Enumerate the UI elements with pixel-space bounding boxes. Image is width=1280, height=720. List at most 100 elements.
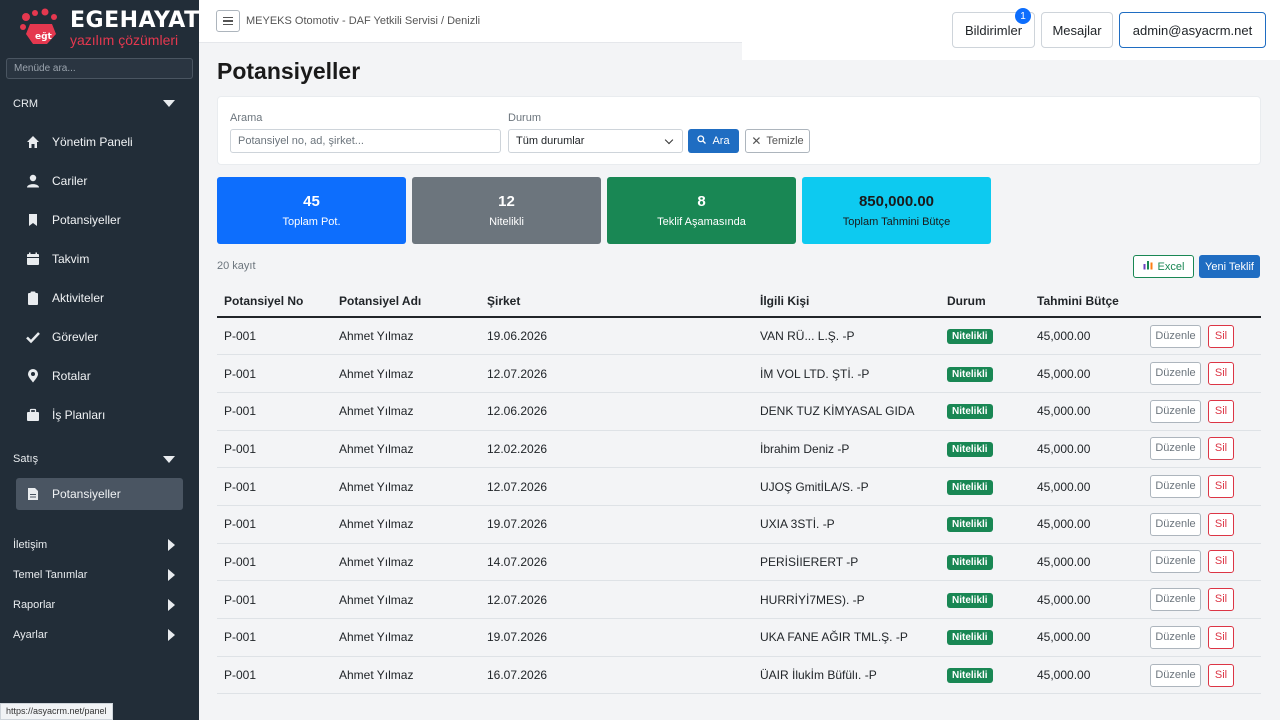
status-select[interactable]: Tüm durumlar — [508, 129, 683, 153]
stat-value: 45 — [303, 193, 320, 210]
sidebar-item-potansiyeller[interactable]: Potansiyeller — [0, 200, 199, 239]
sidebar: eğt EGEHAYAT yazılım çözümleri Menüde ar… — [0, 0, 199, 720]
user-menu-button[interactable]: admin@asyacrm.net — [1119, 12, 1266, 48]
topbar-right: Bildirimler 1 Mesajlar admin@asyacrm.net — [742, 0, 1280, 60]
group-raporlar[interactable]: Raporlar — [0, 590, 199, 620]
delete-button[interactable]: Sil — [1208, 362, 1234, 386]
sidebar-item-label: Aktiviteler — [52, 290, 105, 305]
edit-button[interactable]: Düzenle — [1150, 475, 1201, 499]
column-header[interactable]: İlgili Kişi — [753, 286, 940, 318]
group-satis[interactable]: Satış — [0, 440, 199, 478]
clear-button[interactable]: ✕ Temizle — [745, 129, 810, 153]
notifications-button[interactable]: Bildirimler 1 — [952, 8, 1035, 48]
cell-no: P-001 — [217, 430, 332, 469]
table-row[interactable]: P-001 Ahmet Yılmaz 16.07.2026 ÜAIR İlukİm B… — [217, 656, 1261, 695]
group-iletisim[interactable]: İletişim — [0, 530, 199, 560]
chevron-down-icon — [163, 455, 175, 463]
column-header[interactable]: Durum — [940, 286, 1030, 318]
group-ayarlar[interactable]: Ayarlar — [0, 620, 199, 650]
search-button[interactable]: Ara — [688, 129, 739, 153]
status-badge: Nitelikli — [947, 592, 993, 608]
menu-toggle-button[interactable] — [216, 10, 240, 32]
status-badge: Nitelikli — [947, 479, 993, 495]
cell-no: P-001 — [217, 656, 332, 695]
excel-export-button[interactable]: Excel — [1133, 255, 1194, 278]
delete-button[interactable]: Sil — [1208, 475, 1234, 499]
cell-actions: Düzenle Sil — [1143, 580, 1261, 619]
edit-button[interactable]: Düzenle — [1150, 588, 1201, 612]
cell-status: Nitelikli — [940, 618, 1030, 657]
table-row[interactable]: P-001 Ahmet Yılmaz 12.02.2026 İbrahim Deniz… — [217, 430, 1261, 469]
cell-actions: Düzenle Sil — [1143, 392, 1261, 431]
sidebar-item-rotalar[interactable]: Rotalar — [0, 356, 199, 395]
cell-budget: 45,000.00 — [1030, 505, 1143, 544]
edit-button[interactable]: Düzenle — [1150, 625, 1201, 649]
table-row[interactable]: P-001 Ahmet Yılmaz 12.07.2026 İM VOL LTD. Ş… — [217, 354, 1261, 393]
table-row[interactable]: P-001 Ahmet Yılmaz 19.07.2026 UKA FANE AĞIR… — [217, 618, 1261, 657]
table-row[interactable]: P-001 Ahmet Yılmaz 14.07.2026 PERİSİIERERT … — [217, 543, 1261, 582]
clipboard-icon — [26, 291, 40, 305]
column-header[interactable]: Şirket — [480, 286, 753, 318]
check-icon — [26, 330, 40, 344]
delete-button[interactable]: Sil — [1208, 550, 1234, 574]
sidebar-item-takvim[interactable]: Takvim — [0, 239, 199, 278]
map-pin-icon — [26, 368, 40, 383]
table-row[interactable]: P-001 Ahmet Yılmaz 12.07.2026 UJOŞ GmitİLA/… — [217, 467, 1261, 506]
search-input[interactable]: Potansiyel no, ad, şirket... — [230, 129, 501, 153]
delete-button[interactable]: Sil — [1208, 625, 1234, 649]
sidebar-item-label: Cariler — [52, 173, 88, 188]
chevron-right-icon — [168, 629, 175, 641]
table-row[interactable]: P-001 Ahmet Yılmaz 19.06.2026 VAN RÜ... L.Ş… — [217, 317, 1261, 356]
sidebar-item-label: Takvim — [52, 251, 90, 266]
messages-button[interactable]: Mesajlar — [1041, 12, 1113, 48]
status-badge: Nitelikli — [947, 668, 993, 684]
new-offer-button[interactable]: Yeni Teklif — [1199, 255, 1260, 278]
edit-button[interactable]: Düzenle — [1150, 399, 1201, 423]
clear-button-label: Temizle — [766, 135, 804, 147]
delete-button[interactable]: Sil — [1208, 663, 1234, 687]
sidebar-item-aktiviteler[interactable]: Aktiviteler — [0, 278, 199, 317]
edit-button[interactable]: Düzenle — [1150, 512, 1201, 536]
sidebar-item-dashboard[interactable]: Yönetim Paneli — [0, 122, 199, 161]
logo[interactable]: eğt EGEHAYAT yazılım çözümleri — [0, 0, 199, 56]
sidebar-item-cariler[interactable]: Cariler — [0, 161, 199, 200]
delete-button[interactable]: Sil — [1208, 512, 1234, 536]
bookmark-icon — [26, 213, 40, 227]
cell-actions: Düzenle Sil — [1143, 618, 1261, 657]
table-row[interactable]: P-001 Ahmet Yılmaz 12.07.2026 HURRİYİ7MES).… — [217, 580, 1261, 619]
edit-button[interactable]: Düzenle — [1150, 362, 1201, 386]
sidebar-item-gorevler[interactable]: Görevler — [0, 317, 199, 356]
group-temel-tanimlar[interactable]: Temel Tanımlar — [0, 560, 199, 590]
sidebar-item-label: Potansiyeller — [52, 212, 121, 227]
status-badge: Nitelikli — [947, 630, 993, 646]
edit-button[interactable]: Düzenle — [1150, 663, 1201, 687]
edit-button[interactable]: Düzenle — [1150, 550, 1201, 574]
excel-button-label: Excel — [1157, 260, 1185, 273]
delete-button[interactable]: Sil — [1208, 324, 1234, 348]
cell-status: Nitelikli — [940, 543, 1030, 582]
edit-button[interactable]: Düzenle — [1150, 324, 1201, 348]
cell-status: Nitelikli — [940, 656, 1030, 695]
sidebar-item-satis-potansiyeller[interactable]: Potansiyeller — [16, 478, 183, 510]
table-row[interactable]: P-001 Ahmet Yılmaz 19.07.2026 UXIA 3STİ. -P… — [217, 505, 1261, 544]
cell-name: Ahmet Yılmaz — [332, 580, 480, 619]
table-row[interactable]: P-001 Ahmet Yılmaz 12.06.2026 DENK TUZ KİMY… — [217, 392, 1261, 431]
edit-button[interactable]: Düzenle — [1150, 437, 1201, 461]
logo-mark-icon: eğt — [18, 8, 64, 48]
cell-company: 19.07.2026 — [480, 618, 753, 657]
delete-button[interactable]: Sil — [1208, 437, 1234, 461]
delete-button[interactable]: Sil — [1208, 399, 1234, 423]
column-header[interactable]: Potansiyel No — [217, 286, 332, 318]
column-header[interactable]: Potansiyel Adı — [332, 286, 480, 318]
cell-company: 19.06.2026 — [480, 317, 753, 356]
sidebar-item-is-planlari[interactable]: İş Planları — [0, 395, 199, 434]
menu-search-input[interactable]: Menüde ara... — [6, 58, 193, 79]
logo-subtitle: yazılım çözümleri — [70, 31, 179, 48]
stat-card-offer: 8 Teklif Aşamasında — [607, 177, 796, 244]
status-label: Durum — [508, 112, 542, 124]
column-header[interactable]: Tahmini Bütçe — [1030, 286, 1143, 318]
group-crm[interactable]: CRM — [0, 85, 199, 122]
cell-no: P-001 — [217, 505, 332, 544]
delete-button[interactable]: Sil — [1208, 588, 1234, 612]
cell-contact: ÜAIR İlukİm Büfülı. -P — [753, 656, 940, 695]
